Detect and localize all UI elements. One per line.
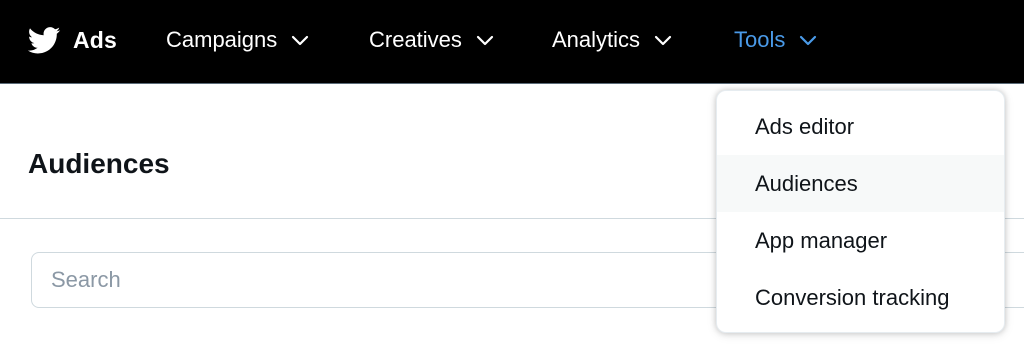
menu-item-app-manager[interactable]: App manager bbox=[717, 212, 1004, 269]
chevron-down-icon bbox=[654, 35, 672, 45]
menu-item-label: Conversion tracking bbox=[755, 284, 950, 310]
menu-item-conversion-tracking[interactable]: Conversion tracking bbox=[717, 269, 1004, 326]
nav-creatives[interactable]: Creatives bbox=[369, 23, 494, 57]
nav-label: Analytics bbox=[552, 27, 641, 52]
top-nav-bar: Ads Campaigns Creatives Analytics Tools bbox=[0, 0, 1024, 84]
tools-dropdown-menu: Ads editor Audiences App manager Convers… bbox=[716, 90, 1005, 333]
chevron-down-icon bbox=[292, 35, 309, 45]
menu-item-label: Ads editor bbox=[755, 113, 855, 139]
twitter-bird-icon bbox=[28, 26, 61, 54]
nav-label: Tools bbox=[734, 27, 786, 52]
menu-item-label: App manager bbox=[755, 227, 888, 253]
nav-label: Campaigns bbox=[166, 27, 278, 52]
nav-analytics[interactable]: Analytics bbox=[552, 23, 672, 57]
menu-item-audiences[interactable]: Audiences bbox=[717, 155, 1004, 212]
chevron-down-icon bbox=[800, 35, 817, 45]
chevron-down-icon bbox=[476, 35, 494, 45]
brand-label: Ads bbox=[73, 26, 118, 53]
nav-campaigns[interactable]: Campaigns bbox=[166, 23, 309, 57]
ads-home-link[interactable]: Ads bbox=[28, 23, 117, 57]
page-title: Audiences bbox=[28, 148, 170, 179]
nav-label: Creatives bbox=[369, 27, 462, 52]
menu-item-ads-editor[interactable]: Ads editor bbox=[717, 98, 1004, 155]
nav-tools[interactable]: Tools bbox=[734, 23, 817, 57]
menu-item-label: Audiences bbox=[755, 170, 858, 196]
